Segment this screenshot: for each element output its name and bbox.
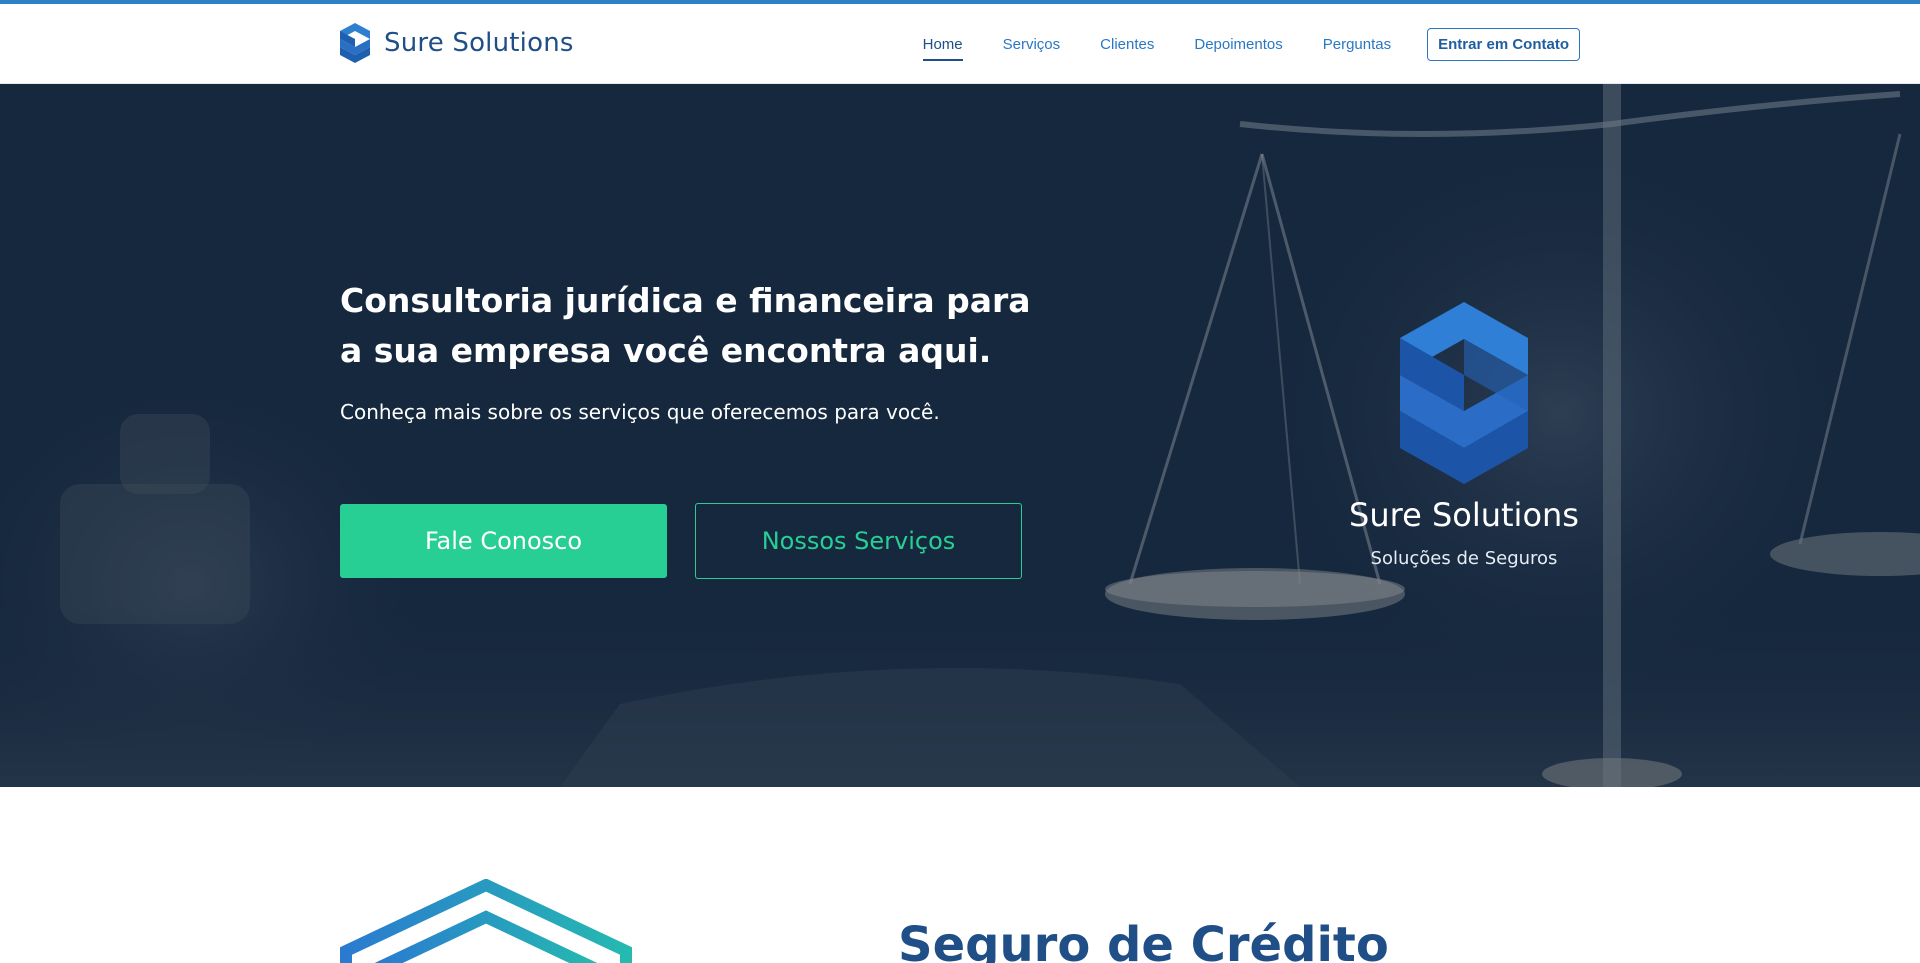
seguro-credito-section: Seguro de Crédito [0, 787, 1920, 963]
fale-conosco-button[interactable]: Fale Conosco [340, 504, 667, 578]
site-header: Sure Solutions Home Serviços Clientes De… [0, 4, 1920, 84]
shield-outline-icon [340, 879, 632, 963]
hero-brand-block: Sure Solutions Soluções de Seguros [1312, 302, 1616, 569]
hero-subtitle: Conheça mais sobre os serviços que ofere… [340, 400, 940, 424]
nav-home[interactable]: Home [922, 28, 963, 61]
nossos-servicos-button[interactable]: Nossos Serviços [695, 503, 1022, 579]
hero-section: Consultoria jurídica e financeira para a… [0, 84, 1920, 787]
section-title: Seguro de Crédito [898, 917, 1389, 963]
s-hexagon-logo-icon [1400, 302, 1528, 484]
main-nav: Home Serviços Clientes Depoimentos Pergu… [883, 28, 1580, 61]
hero-brand-name: Sure Solutions [1349, 496, 1579, 534]
hero-title: Consultoria jurídica e financeira para a… [340, 281, 1031, 370]
brand-name: Sure Solutions [384, 28, 574, 58]
hero-brand-tagline: Soluções de Seguros [1370, 548, 1558, 569]
hero-background-image [0, 84, 1920, 787]
nav-perguntas[interactable]: Perguntas [1323, 28, 1391, 61]
nav-servicos[interactable]: Serviços [1003, 28, 1061, 61]
nav-clientes[interactable]: Clientes [1100, 28, 1154, 61]
brand-logo-link[interactable]: Sure Solutions [340, 23, 574, 63]
contact-button[interactable]: Entrar em Contato [1427, 28, 1580, 61]
s-hexagon-logo-icon [340, 23, 370, 63]
nav-depoimentos[interactable]: Depoimentos [1194, 28, 1282, 61]
